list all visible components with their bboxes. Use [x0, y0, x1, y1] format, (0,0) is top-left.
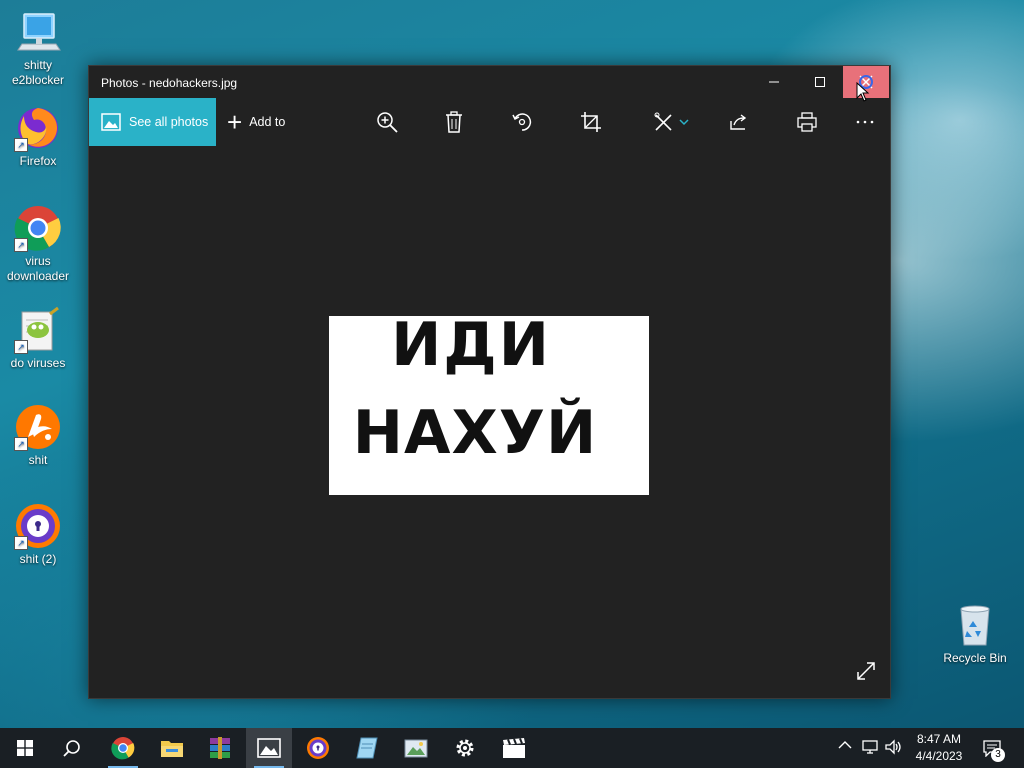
taskbar-settings[interactable] — [442, 728, 488, 768]
crop-icon — [581, 112, 601, 132]
expand-icon — [857, 662, 875, 680]
see-all-photos-button[interactable]: See all photos — [89, 98, 216, 146]
chrome-icon: ↗ — [14, 204, 62, 252]
start-button[interactable] — [2, 728, 48, 768]
computer-icon — [14, 8, 62, 56]
cursor-icon — [856, 81, 870, 102]
mouse-cursor — [856, 81, 870, 107]
desktop-icon-recycle-bin[interactable]: Recycle Bin — [937, 601, 1013, 666]
notepad-icon — [356, 737, 378, 759]
desktop-icon-label: shitty e2blocker — [11, 58, 65, 87]
window-titlebar[interactable]: Photos - nedohackers.jpg — [89, 66, 890, 98]
see-all-photos-label: See all photos — [129, 115, 209, 129]
shortcut-arrow-icon: ↗ — [14, 138, 28, 152]
desktop-icon-e2blocker[interactable]: shitty e2blocker — [0, 8, 76, 88]
taskbar-winrar[interactable] — [197, 728, 243, 768]
desktop-icon-firefox[interactable]: ↗ Firefox — [0, 104, 76, 169]
maximize-icon — [815, 77, 825, 87]
plus-icon: + — [227, 107, 243, 137]
taskbar-chrome[interactable] — [100, 728, 146, 768]
network-button[interactable] — [862, 739, 880, 758]
add-to-button[interactable]: + Add to — [227, 98, 285, 146]
photos-icon — [257, 738, 281, 758]
desktop-icon-label: Recycle Bin — [943, 651, 1007, 665]
photo-text-line-1: ИДИ — [391, 310, 551, 380]
notepad-plus-icon: ↗ — [14, 306, 62, 354]
desktop-icon-shit[interactable]: ↗ shit — [0, 403, 76, 468]
photos-window[interactable]: Photos - nedohackers.jpg See all photos … — [88, 65, 891, 699]
taskbar-clock[interactable]: 8:47 AM 4/4/2023 — [906, 731, 972, 765]
edit-create-button[interactable] — [651, 110, 691, 134]
taskbar: 8:47 AM 4/4/2023 — [0, 728, 1024, 768]
taskbar-image-viewer[interactable] — [393, 728, 439, 768]
delete-button[interactable] — [442, 110, 466, 134]
desktop-icon-virus-downloader[interactable]: ↗ virus downloader — [0, 204, 76, 284]
chrome-icon — [111, 737, 135, 760]
search-button[interactable] — [49, 728, 95, 768]
movies-tv-icon — [503, 738, 525, 758]
minimize-icon — [769, 81, 779, 83]
avast-browser-icon — [307, 737, 329, 759]
photo-text-line-2: НАХУЙ — [352, 398, 598, 468]
chevron-up-icon — [838, 741, 852, 749]
displayed-photo: ИДИ НАХУЙ — [329, 312, 649, 495]
shortcut-arrow-icon: ↗ — [14, 340, 28, 354]
desktop-icon-label: shit (2) — [19, 552, 57, 566]
fullscreen-button[interactable] — [856, 661, 876, 686]
zoom-in-button[interactable] — [375, 110, 399, 134]
window-title: Photos - nedohackers.jpg — [101, 76, 238, 90]
crop-button[interactable] — [579, 110, 603, 134]
shortcut-arrow-icon: ↗ — [14, 536, 28, 550]
delete-icon — [446, 111, 462, 133]
network-icon — [862, 740, 878, 754]
desktop-icon-shit-2[interactable]: ↗ shit (2) — [0, 502, 76, 567]
recycle-bin-icon — [951, 601, 999, 649]
taskbar-photos[interactable] — [246, 728, 292, 768]
winrar-icon — [210, 737, 230, 759]
avast-icon: ↗ — [14, 403, 62, 451]
volume-button[interactable] — [885, 739, 903, 758]
shortcut-arrow-icon: ↗ — [14, 437, 28, 451]
desktop-icon-do-viruses[interactable]: ↗ do viruses — [0, 306, 76, 371]
more-options-button[interactable] — [853, 110, 877, 134]
print-icon — [797, 112, 817, 132]
avast-secure-browser-icon: ↗ — [14, 502, 62, 550]
clock-time: 8:47 AM — [916, 732, 962, 746]
search-icon — [63, 740, 80, 757]
desktop-icon-label: shit — [28, 453, 48, 467]
more-icon — [856, 120, 874, 124]
settings-icon — [456, 739, 474, 757]
show-hidden-icons-button[interactable] — [838, 740, 852, 753]
share-icon — [730, 114, 747, 130]
image-icon — [101, 113, 121, 131]
file-explorer-icon — [161, 741, 183, 757]
taskbar-movies-tv[interactable] — [491, 728, 537, 768]
desktop-icon-label: Firefox — [19, 154, 57, 168]
firefox-icon: ↗ — [14, 104, 62, 152]
desktop-icon-label: virus downloader — [6, 254, 70, 283]
notification-count-badge: 3 — [991, 748, 1005, 762]
shortcut-arrow-icon: ↗ — [14, 238, 28, 252]
maximize-button[interactable] — [797, 66, 843, 98]
zoom-in-icon — [377, 112, 398, 133]
edit-icon — [654, 112, 672, 131]
image-viewer-icon — [404, 739, 428, 758]
print-button[interactable] — [795, 110, 819, 134]
taskbar-avast-browser[interactable] — [295, 728, 341, 768]
rotate-button[interactable] — [510, 110, 534, 134]
photos-toolbar: See all photos + Add to — [89, 98, 890, 146]
minimize-button[interactable] — [751, 66, 797, 98]
desktop-icon-label: do viruses — [10, 356, 66, 370]
add-to-label: Add to — [249, 115, 286, 129]
share-button[interactable] — [727, 110, 751, 134]
chevron-down-icon — [679, 119, 689, 126]
clock-date: 4/4/2023 — [915, 749, 963, 763]
rotate-icon — [512, 113, 532, 131]
start-icon — [17, 740, 33, 756]
taskbar-file-explorer[interactable] — [149, 728, 195, 768]
taskbar-notepad[interactable] — [344, 728, 390, 768]
volume-icon — [885, 739, 901, 755]
